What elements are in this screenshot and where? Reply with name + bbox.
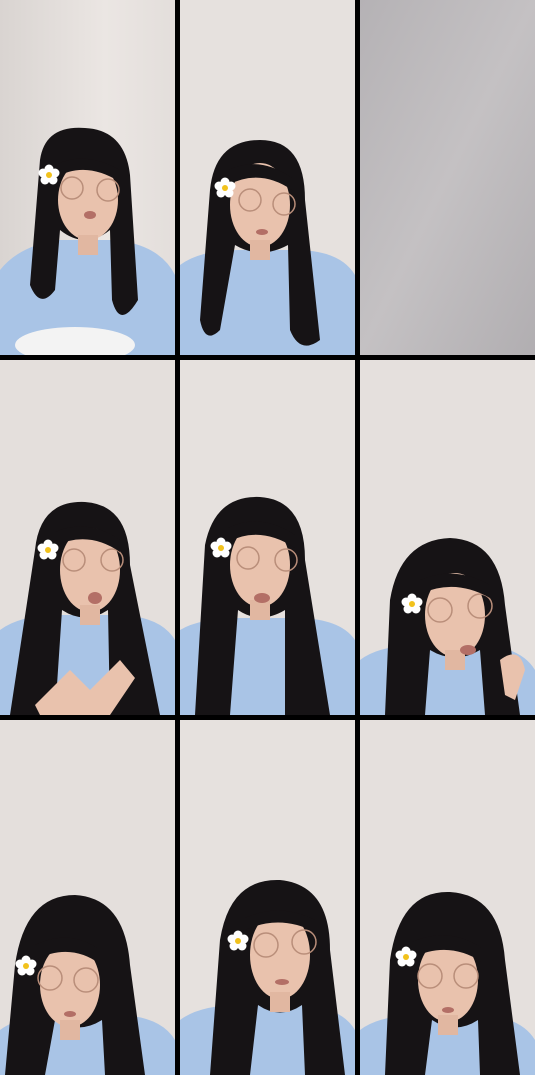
person-frame <box>0 720 175 1075</box>
video-tile-r1c3 <box>360 0 535 355</box>
person-frame <box>180 360 355 715</box>
person-frame <box>180 720 355 1075</box>
video-tile-r3c1 <box>0 720 175 1075</box>
person-frame <box>180 0 355 355</box>
video-tile-r1c1 <box>0 0 175 355</box>
video-tile-r2c1 <box>0 360 175 715</box>
blank-gray-frame <box>360 0 535 355</box>
person-frame <box>360 360 535 715</box>
video-tile-r3c3 <box>360 720 535 1075</box>
person-frame <box>0 0 175 355</box>
video-tile-r2c2 <box>180 360 355 715</box>
photo-collage-grid <box>0 0 535 1075</box>
video-tile-r2c3 <box>360 360 535 715</box>
person-frame <box>360 720 535 1075</box>
video-tile-r3c2 <box>180 720 355 1075</box>
video-tile-r1c2 <box>180 0 355 355</box>
person-frame <box>0 360 175 715</box>
